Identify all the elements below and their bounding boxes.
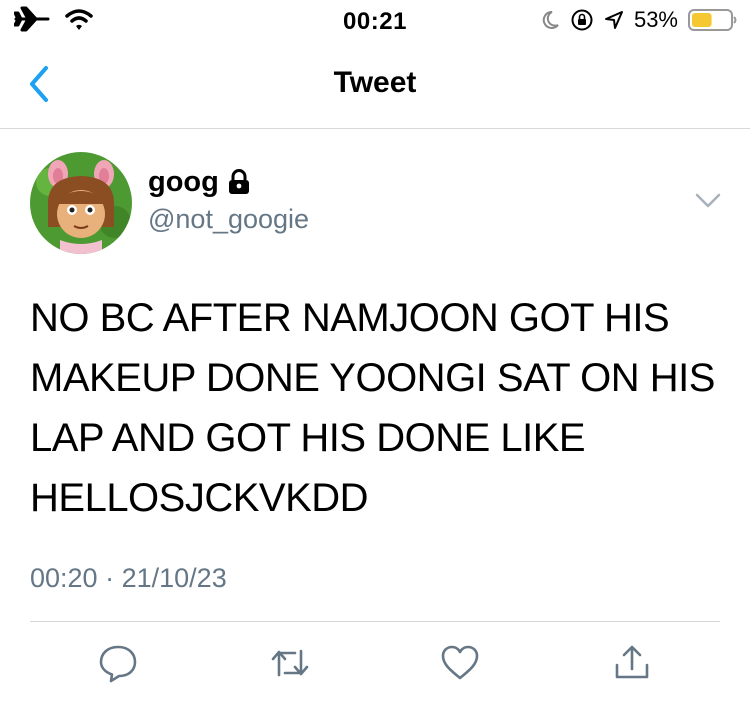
display-name: goog (148, 166, 219, 198)
avatar-cartoon-character-icon (30, 152, 132, 254)
user-info[interactable]: goog @not_googie (148, 166, 309, 235)
tweet-text: NO BC AFTER NAMJOON GOT HIS MAKEUP DONE … (30, 296, 715, 520)
lock-icon (228, 169, 249, 194)
status-bar: 00:21 53% (0, 0, 750, 42)
like-icon[interactable] (440, 643, 480, 683)
retweet-icon[interactable] (270, 643, 310, 683)
orientation-lock-icon (571, 9, 593, 31)
share-icon[interactable] (612, 643, 652, 683)
tweet-date: 21/10/23 (121, 563, 227, 593)
battery-percent: 53% (633, 7, 678, 32)
reply-icon[interactable] (98, 643, 138, 683)
divider (30, 621, 720, 622)
name-row: goog (148, 166, 309, 198)
tweet-time: 00:20 (30, 563, 98, 593)
user-handle: @not_googie (148, 204, 310, 234)
page-title: Tweet (333, 66, 417, 99)
battery-icon (688, 9, 737, 31)
status-right-icons: 53% (542, 7, 738, 33)
tweet-timestamp: 00:20 · 21/10/23 (30, 563, 227, 594)
timestamp-separator: · (105, 563, 115, 593)
battery-level-fill (692, 13, 712, 27)
chevron-down-icon[interactable] (694, 192, 722, 210)
location-arrow-icon (604, 11, 623, 29)
nav-header: Tweet (0, 42, 750, 129)
avatar[interactable] (30, 152, 132, 254)
moon-icon (542, 10, 559, 29)
